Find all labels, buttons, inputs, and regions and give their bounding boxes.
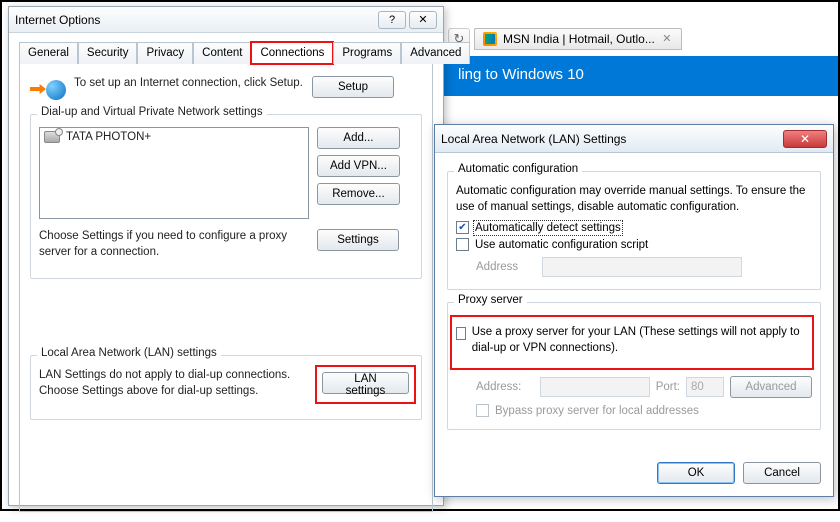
setup-description: To set up an Internet connection, click …	[74, 76, 304, 92]
dialog-titlebar: Internet Options ? ✕	[9, 7, 443, 33]
tab-strip: General Security Privacy Content Connect…	[19, 41, 433, 64]
cancel-button[interactable]: Cancel	[743, 462, 821, 484]
bypass-local-checkbox	[476, 404, 489, 417]
help-button[interactable]: ?	[378, 11, 406, 29]
auto-config-description: Automatic configuration may override man…	[456, 184, 812, 215]
add-vpn-button[interactable]: Add VPN...	[317, 155, 400, 177]
lan-dialog-titlebar: Local Area Network (LAN) Settings ✕	[435, 125, 833, 153]
connection-item[interactable]: TATA PHOTON+	[42, 130, 306, 144]
use-proxy-checkbox[interactable]	[456, 327, 466, 340]
proxy-address-input	[540, 377, 650, 397]
auto-config-legend: Automatic configuration	[454, 163, 582, 175]
internet-options-dialog: Internet Options ? ✕ General Security Pr…	[8, 6, 444, 506]
use-proxy-label: Use a proxy server for your LAN (These s…	[472, 325, 808, 356]
script-address-label: Address	[476, 261, 536, 273]
lan-close-button[interactable]: ✕	[783, 130, 827, 148]
lan-settings-group: Local Area Network (LAN) settings LAN Se…	[30, 355, 422, 420]
proxy-port-input	[686, 377, 724, 397]
tab-security[interactable]: Security	[78, 42, 138, 64]
globe-setup-icon	[30, 76, 66, 104]
remove-button[interactable]: Remove...	[317, 183, 400, 205]
dialog-title: Internet Options	[15, 13, 100, 27]
lan-dialog-footer: OK Cancel	[435, 452, 833, 496]
tab-panel-connections: To set up an Internet connection, click …	[19, 64, 433, 512]
msn-icon	[483, 32, 497, 46]
proxy-address-label: Address:	[476, 381, 534, 393]
browser-toolbar: ↻ MSN India | Hotmail, Outlo... ✕	[442, 24, 838, 54]
tab-privacy[interactable]: Privacy	[137, 42, 193, 64]
proxy-server-group: Proxy server Use a proxy server for your…	[447, 302, 821, 430]
banner-text: ling to Windows 10	[458, 66, 584, 83]
tab-title: MSN India | Hotmail, Outlo...	[503, 32, 655, 46]
tab-close-icon[interactable]: ✕	[661, 33, 673, 45]
settings-button[interactable]: Settings	[317, 229, 399, 251]
use-script-label: Use automatic configuration script	[475, 239, 648, 251]
add-button[interactable]: Add...	[317, 127, 400, 149]
tab-connections[interactable]: Connections	[251, 42, 333, 64]
connection-item-label: TATA PHOTON+	[66, 131, 151, 143]
auto-detect-label: Automatically detect settings	[475, 222, 621, 234]
lan-settings-button[interactable]: LAN settings	[322, 372, 409, 394]
close-button[interactable]: ✕	[409, 11, 437, 29]
auto-config-group: Automatic configuration Automatic config…	[447, 171, 821, 290]
setup-button[interactable]: Setup	[312, 76, 394, 98]
browser-tab[interactable]: MSN India | Hotmail, Outlo... ✕	[474, 28, 682, 50]
tab-content[interactable]: Content	[193, 42, 251, 64]
connections-listbox[interactable]: TATA PHOTON+	[39, 127, 309, 219]
tab-programs[interactable]: Programs	[333, 42, 401, 64]
upgrade-banner: ling to Windows 10	[442, 56, 838, 96]
proxy-advanced-button: Advanced	[730, 376, 812, 398]
dialup-vpn-legend: Dial-up and Virtual Private Network sett…	[37, 106, 267, 118]
lan-settings-description: LAN Settings do not apply to dial-up con…	[39, 368, 310, 399]
proxy-port-label: Port:	[656, 381, 680, 393]
proxy-server-legend: Proxy server	[454, 294, 527, 306]
dialup-vpn-group: Dial-up and Virtual Private Network sett…	[30, 114, 422, 279]
modem-icon	[44, 131, 60, 143]
ok-button[interactable]: OK	[657, 462, 735, 484]
auto-detect-checkbox[interactable]: ✔	[456, 221, 469, 234]
lan-settings-legend: Local Area Network (LAN) settings	[37, 347, 221, 359]
settings-description: Choose Settings if you need to configure…	[39, 229, 309, 260]
lan-settings-dialog: Local Area Network (LAN) Settings ✕ Auto…	[434, 124, 834, 497]
tab-advanced[interactable]: Advanced	[401, 42, 470, 64]
script-address-input	[542, 257, 742, 277]
use-script-checkbox[interactable]	[456, 238, 469, 251]
lan-dialog-title: Local Area Network (LAN) Settings	[441, 132, 626, 146]
bypass-local-label: Bypass proxy server for local addresses	[495, 405, 699, 417]
tab-general[interactable]: General	[19, 42, 78, 64]
